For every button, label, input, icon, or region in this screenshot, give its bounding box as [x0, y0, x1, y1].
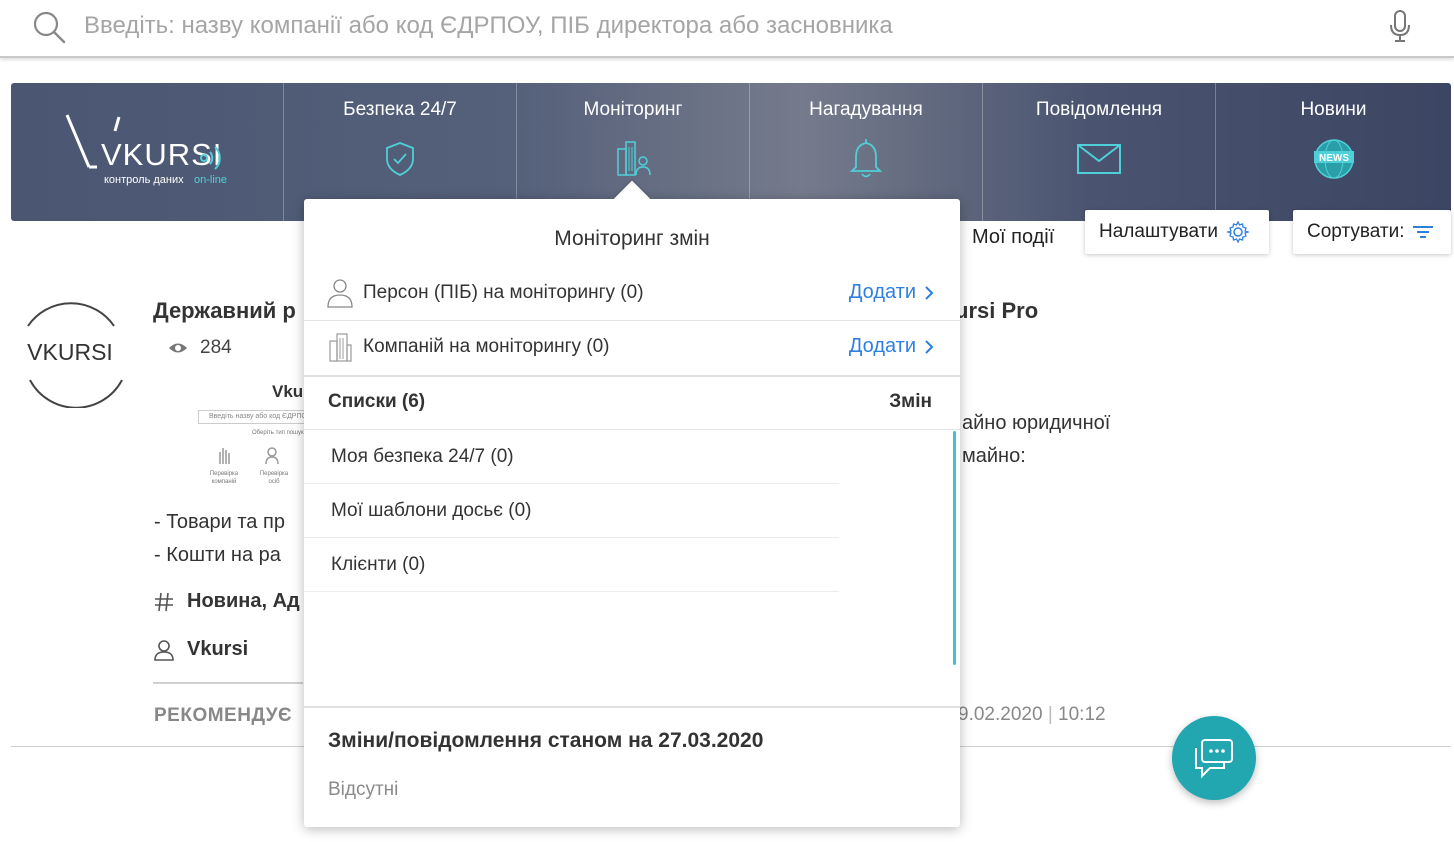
bell-icon [849, 139, 883, 178]
list-scrollbar[interactable] [953, 431, 956, 665]
recommend-button[interactable]: РЕКОМЕНДУЄ [154, 705, 292, 727]
nav-label: Повідомлення [1035, 99, 1163, 120]
user-icon [154, 639, 174, 661]
chat-icon [1195, 739, 1233, 779]
monitoring-dropdown: Моніторинг змін Персон (ПІБ) на монітори… [304, 199, 960, 827]
thumbnail-item-companies: Перевірка компаній [209, 471, 239, 485]
list-item-label: Моя безпека 24/7 (0) [331, 446, 514, 467]
lists-header: Списки (6) [328, 391, 426, 412]
nav-label: Нагадування [809, 99, 923, 120]
logo-mark: VKURSI контроль даних on-line [65, 114, 227, 186]
changes-header: Змін [889, 391, 932, 412]
article-thumbnail[interactable]: Vku Введіть назву або код ЄДРПОУ Оберіть… [196, 378, 304, 490]
view-count: 284 [168, 337, 232, 359]
author-avatar[interactable]: VKURSI [16, 296, 124, 408]
add-person-link[interactable]: Додати [849, 281, 934, 304]
gear-icon [1225, 220, 1250, 244]
article-title[interactable]: Державний р [153, 298, 296, 324]
avatar-text: VKURSI [27, 339, 113, 365]
shield-check-icon [386, 142, 414, 176]
list-item-label: Клієнти (0) [331, 554, 426, 575]
settings-button[interactable]: Налаштувати [1085, 210, 1269, 254]
chevron-right-icon [925, 285, 934, 300]
sort-label: Сортувати: [1307, 221, 1405, 242]
article-text-right-1: айно юридичної [962, 412, 1111, 434]
settings-label: Налаштувати [1099, 221, 1218, 242]
changes-status-title: Зміни/повідомлення станом на 27.03.2020 [328, 729, 764, 752]
list-item[interactable]: Мої шаблони досьє (0) [304, 484, 839, 538]
divider [153, 682, 303, 684]
search-bar [0, 0, 1454, 58]
hashtag-icon [155, 592, 173, 611]
tags-text: Новина, Ад [187, 590, 300, 612]
logo-tagline-accent: on-line [194, 174, 227, 186]
changes-status-value: Відсутні [328, 779, 399, 800]
article-text-right-2: майно: [962, 445, 1026, 467]
thumbnail-title: Vku [272, 382, 304, 401]
thumbnail-subtitle: Оберіть тип пошук [252, 430, 304, 436]
add-company-label: Додати [848, 335, 916, 357]
thumbnail-search: Введіть назву або код ЄДРПОУ [198, 410, 304, 424]
nav-label: Моніторинг [583, 99, 683, 120]
search-input[interactable] [84, 8, 1364, 44]
author-name: Vkursi [187, 638, 249, 660]
sort-button[interactable]: Сортувати: [1293, 210, 1451, 254]
buildings-person-icon [617, 141, 651, 176]
thumbnail-item-persons: Перевірка осіб [259, 471, 289, 485]
article-date: 9.02.2020 | 10:12 [958, 704, 1106, 725]
logo-tagline: контроль даних [104, 174, 184, 186]
nav-item-messages[interactable]: Повідомлення [982, 83, 1215, 221]
add-person-label: Додати [848, 281, 916, 303]
companies-monitoring-row[interactable]: Компаній на моніторингу (0) Додати [304, 321, 960, 375]
list-item[interactable]: Клієнти (0) [304, 538, 839, 592]
divider [304, 706, 960, 708]
hand-icon [219, 448, 230, 464]
news-badge: NEWS [1319, 153, 1349, 164]
sort-filter-icon [1413, 226, 1434, 238]
add-company-link[interactable]: Додати [849, 335, 934, 358]
nav-label: Безпека 24/7 [343, 99, 457, 120]
person-search-icon [265, 447, 279, 465]
article-text-line-2: - Кошти на ра [154, 544, 281, 566]
search-icon[interactable] [32, 10, 66, 44]
view-count-value: 284 [200, 337, 232, 358]
list-item[interactable]: Моя безпека 24/7 (0) [304, 430, 839, 484]
my-events-tab[interactable]: Мої події [972, 226, 1054, 249]
person-icon [327, 279, 353, 308]
eye-icon [169, 343, 187, 353]
chat-button[interactable] [1172, 716, 1256, 800]
date-value: 9.02.2020 [958, 704, 1043, 725]
news-globe-icon: NEWS [1313, 139, 1354, 179]
time-value: 10:12 [1058, 704, 1106, 725]
persons-monitoring-label: Персон (ПІБ) на моніторингу (0) [363, 282, 644, 303]
dropdown-title: Моніторинг змін [554, 227, 710, 250]
envelope-icon [1077, 144, 1121, 174]
article-author[interactable]: Vkursi [153, 638, 248, 661]
building-icon [329, 333, 352, 362]
list-item-label: Мої шаблони досьє (0) [331, 500, 532, 521]
chevron-right-icon [925, 339, 934, 354]
persons-monitoring-row[interactable]: Персон (ПІБ) на моніторингу (0) Додати [304, 267, 960, 321]
article-text-line-1: - Товари та пр [154, 511, 285, 533]
vkursi-logo[interactable]: VKURSI контроль даних on-line [11, 83, 283, 221]
companies-monitoring-label: Компаній на моніторингу (0) [363, 336, 610, 357]
article-title-end[interactable]: ursi Pro [955, 298, 1038, 324]
nav-label: Новини [1300, 99, 1367, 120]
divider [304, 375, 960, 377]
article-tags[interactable]: Новина, Ад [153, 590, 300, 613]
nav-item-news[interactable]: Новини NEWS [1215, 83, 1451, 221]
microphone-icon[interactable] [1386, 8, 1414, 44]
